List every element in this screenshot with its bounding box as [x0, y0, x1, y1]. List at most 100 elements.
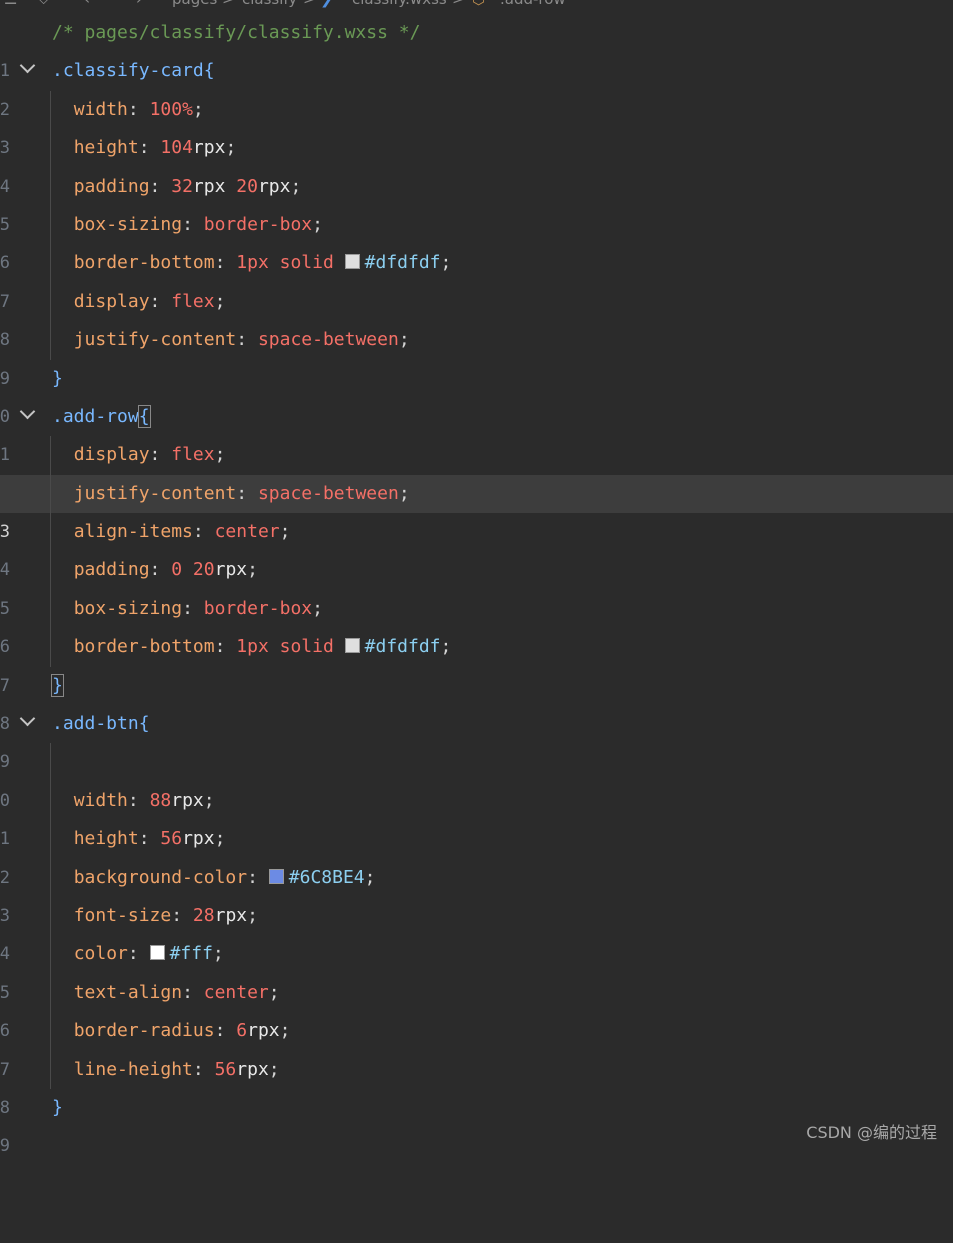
code-line[interactable]: 2 .classify-card{: [0, 52, 953, 120]
property: box-sizing: [73, 213, 183, 235]
unit: rpx: [247, 1020, 280, 1042]
watermark: CSDN @编的过程: [806, 1123, 937, 1142]
unit: rpx: [236, 1058, 269, 1080]
fold-chevron-icon[interactable]: [19, 403, 36, 420]
bookmark-icon[interactable]: ⛉: [38, 0, 49, 8]
code-line[interactable]: 4 height: 104rpx;: [0, 129, 953, 197]
color-swatch[interactable]: [344, 638, 360, 654]
active-code-line[interactable]: 3 justify-content: space-between;: [0, 474, 953, 542]
code-line[interactable]: 9 justify-content: space-between;: [0, 321, 953, 389]
fold-chevron-icon[interactable]: [19, 58, 36, 74]
unit: rpx: [192, 137, 226, 159]
code-line[interactable]: 1 /* pages/classify/classify.wxss */: [0, 14, 953, 81]
code-line[interactable]: 5 padding: 32rpx 20rpx;: [0, 167, 953, 235]
property: width: [73, 98, 128, 120]
code-line[interactable]: 0: [0, 743, 953, 811]
number: 28: [192, 904, 215, 926]
value: flex: [171, 444, 215, 466]
code-line[interactable]: 5 padding: 0 20rpx;: [0, 551, 953, 619]
value: border-box: [203, 597, 313, 619]
number: 1px: [236, 252, 269, 274]
number: 104: [160, 137, 193, 159]
property: padding: [73, 559, 150, 581]
breadcrumb-item[interactable]: classify: [242, 0, 297, 8]
number: 6: [236, 1020, 248, 1042]
selector: .add-btn: [52, 713, 139, 735]
unit: rpx: [171, 789, 204, 811]
breadcrumb-separator: >: [452, 0, 465, 8]
property: align-items: [73, 521, 193, 543]
css-file-icon: ❯: [320, 0, 333, 8]
color-swatch[interactable]: [344, 254, 360, 270]
selector: .add-row: [52, 405, 139, 427]
number: 32: [171, 175, 193, 197]
unit: rpx: [257, 175, 291, 197]
color-swatch[interactable]: [149, 945, 165, 961]
code-line[interactable]: 7 border-radius: 6rpx;: [0, 1012, 953, 1080]
closing-brace: }: [51, 673, 64, 697]
property: box-sizing: [73, 597, 183, 619]
property: color: [73, 943, 128, 965]
property: display: [73, 444, 150, 466]
value: solid: [279, 636, 334, 658]
breadcrumb-separator: >: [222, 0, 235, 8]
property: font-size: [73, 904, 172, 926]
value: 100%: [149, 98, 193, 120]
code-line[interactable]: 4 align-items: center;: [0, 513, 953, 580]
code-line[interactable]: 6 box-sizing: border-box;: [0, 205, 953, 273]
property: justify-content: [73, 329, 237, 351]
property: width: [73, 789, 128, 811]
value: solid: [279, 252, 334, 274]
property: padding: [73, 175, 150, 197]
fold-chevron-icon[interactable]: [19, 710, 36, 727]
hex-color: #6C8BE4: [288, 866, 365, 888]
selector: .classify-card: [52, 60, 204, 82]
selector-icon: ⬡: [472, 0, 485, 8]
value: space-between: [257, 482, 399, 504]
number: 1px: [236, 636, 269, 658]
color-swatch[interactable]: [268, 868, 284, 884]
forward-arrow-icon[interactable]: ›: [136, 0, 142, 8]
hex-color: #dfdfdf: [364, 252, 441, 274]
code-line[interactable]: 3 background-color: #6C8BE4;: [0, 858, 953, 926]
back-arrow-icon[interactable]: ‹: [84, 0, 90, 8]
code-line[interactable]: 7 border-bottom: 1px solid #dfdfdf;: [0, 244, 953, 312]
code-line[interactable]: 3 width: 100%;: [0, 90, 953, 158]
property: display: [73, 290, 150, 312]
value: center: [214, 521, 280, 543]
unit: rpx: [192, 175, 226, 197]
code-line[interactable]: 6 box-sizing: border-box;: [0, 589, 953, 657]
unit: rpx: [182, 828, 215, 850]
breadcrumb: ☰ ⛉ ‹ › pages > classify > ❯ classify.wx…: [0, 0, 953, 10]
code-line[interactable]: 7 border-bottom: 1px solid #dfdfdf;: [0, 628, 953, 696]
code-line[interactable]: 2 display: flex;: [0, 436, 953, 504]
number: 20: [192, 559, 215, 581]
code-line[interactable]: 6 text-align: center;: [0, 973, 953, 1041]
breadcrumb-item[interactable]: pages: [172, 0, 217, 8]
code-line[interactable]: 0 }: [0, 360, 953, 427]
code-line[interactable]: 8 line-height: 56rpx;: [0, 1050, 953, 1118]
property: border-radius: [73, 1020, 215, 1042]
breadcrumb-item[interactable]: .add-row: [500, 0, 566, 8]
property: background-color: [73, 866, 248, 888]
number: 56: [160, 828, 183, 850]
code-line[interactable]: 8 display: flex;: [0, 282, 953, 350]
code-line[interactable]: 5 color: #fff;: [0, 935, 953, 1003]
menu-icon[interactable]: ☰: [4, 0, 17, 8]
breadcrumb-item[interactable]: classify.wxss: [352, 0, 447, 8]
number: 20: [236, 175, 258, 197]
property: justify-content: [73, 482, 237, 504]
code-line[interactable]: 2 height: 56rpx;: [0, 820, 953, 888]
closing-brace: }: [52, 367, 63, 389]
code-line[interactable]: 4 font-size: 28rpx;: [0, 896, 953, 964]
line-number: 9: [0, 1136, 10, 1157]
value: border-box: [203, 213, 313, 235]
code-line[interactable]: 1 .add-row{: [0, 398, 953, 465]
property: line-height: [73, 1058, 193, 1080]
code-line[interactable]: 9 .add-btn{: [0, 705, 953, 772]
code-editor[interactable]: 1 /* pages/classify/classify.wxss */ 2 .…: [0, 14, 953, 1156]
code-line[interactable]: 8 }: [0, 667, 953, 734]
unit: rpx: [214, 904, 248, 926]
property: height: [73, 137, 139, 159]
code-line[interactable]: 1 width: 88rpx;: [0, 781, 953, 849]
